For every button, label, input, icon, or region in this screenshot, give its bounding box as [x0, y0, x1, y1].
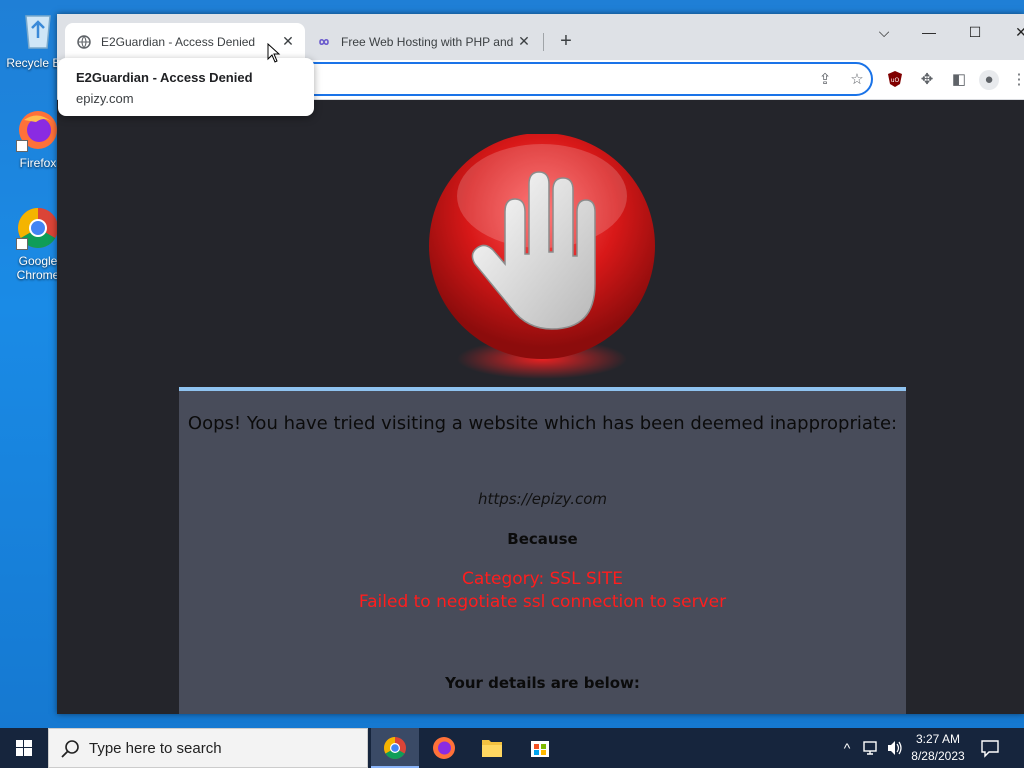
start-button[interactable] [0, 728, 48, 768]
infinity-icon [319, 38, 329, 45]
clock-date: 8/28/2023 [911, 749, 965, 763]
block-reason-detail: Failed to negotiate ssl connection to se… [358, 592, 727, 612]
minimize-button[interactable]: — [906, 18, 952, 46]
shortcut-arrow-icon [16, 238, 28, 250]
system-clock[interactable]: 3:27 AM 8/28/2023 [900, 731, 976, 765]
tab-free-web-hosting[interactable]: Free Web Hosting with PHP and MySQL ✕ [309, 23, 541, 60]
message-panel: Oops! You have tried visiting a website … [179, 387, 906, 714]
extensions-icon[interactable]: ✥ [917, 70, 937, 90]
block-category: Category: SSL SITE [462, 569, 623, 589]
clock-time: 3:27 AM [915, 732, 961, 746]
tab-strip: E2Guardian - Access Denied ✕ Free Web Ho… [57, 14, 1024, 60]
taskbar-file-explorer[interactable] [468, 728, 516, 768]
desktop-icon-label: Firefox [19, 156, 57, 170]
close-tab-icon[interactable]: ✕ [281, 34, 295, 48]
stop-hand-icon [429, 134, 655, 379]
taskbar-firefox[interactable] [420, 728, 468, 768]
page-headline: Oops! You have tried visiting a website … [187, 413, 898, 434]
notification-center-icon[interactable] [980, 738, 1000, 758]
tab-title: E2Guardian - Access Denied [101, 34, 256, 49]
tab-separator [543, 33, 544, 51]
close-window-button[interactable]: ✕ [998, 18, 1024, 46]
hover-card-title: E2Guardian - Access Denied [76, 70, 253, 85]
taskbar-search-box[interactable]: Type here to search [48, 728, 368, 768]
close-tab-icon[interactable]: ✕ [517, 34, 531, 48]
browser-window: E2Guardian - Access Denied ✕ Free Web Ho… [57, 14, 1024, 714]
blocked-url: https://epizy.com [477, 490, 608, 508]
sidepanel-icon[interactable]: ◧ [949, 70, 969, 90]
svg-text:uO: uO [891, 77, 900, 84]
tab-search-chevron-icon[interactable]: ⌵ [861, 18, 907, 46]
tab-hover-card: E2Guardian - Access Denied epizy.com [58, 58, 314, 116]
taskbar-store[interactable] [516, 728, 564, 768]
profile-icon[interactable]: ● [979, 70, 999, 90]
globe-icon [77, 34, 91, 49]
details-label: Your details are below: [445, 674, 640, 692]
new-tab-button[interactable]: + [555, 31, 577, 53]
hover-card-url: epizy.com [76, 91, 134, 106]
file-explorer-icon [482, 740, 502, 757]
share-icon[interactable]: ⇪ [815, 70, 835, 90]
firefox-icon [433, 737, 455, 759]
star-icon[interactable]: ☆ [847, 70, 867, 90]
menu-icon[interactable]: ⋮ [1009, 70, 1024, 90]
tray-chevron-icon[interactable]: ^ [838, 728, 856, 768]
tab-title: Free Web Hosting with PHP and MySQL [341, 34, 513, 49]
mouse-cursor-icon [267, 43, 281, 63]
taskbar: Type here to search ^ 3:27 AM 8/28/2023 [0, 728, 1024, 768]
search-placeholder: Type here to search [89, 740, 222, 757]
because-label: Because [507, 530, 578, 548]
store-icon [531, 741, 549, 757]
blocked-page: Oops! You have tried visiting a website … [57, 101, 1024, 714]
shortcut-arrow-icon [16, 140, 28, 152]
windows-logo-icon [16, 740, 32, 756]
recycle-bin-icon [16, 8, 60, 52]
desktop-icon-label: Google Chrome [16, 254, 60, 282]
maximize-button[interactable]: ☐ [952, 18, 998, 46]
chrome-icon [384, 737, 406, 759]
ublock-icon[interactable]: uO [885, 70, 905, 90]
search-icon [61, 740, 79, 758]
firefox-icon [16, 108, 60, 152]
taskbar-chrome[interactable] [371, 728, 419, 768]
network-icon[interactable] [860, 728, 882, 768]
chrome-icon [16, 206, 60, 250]
